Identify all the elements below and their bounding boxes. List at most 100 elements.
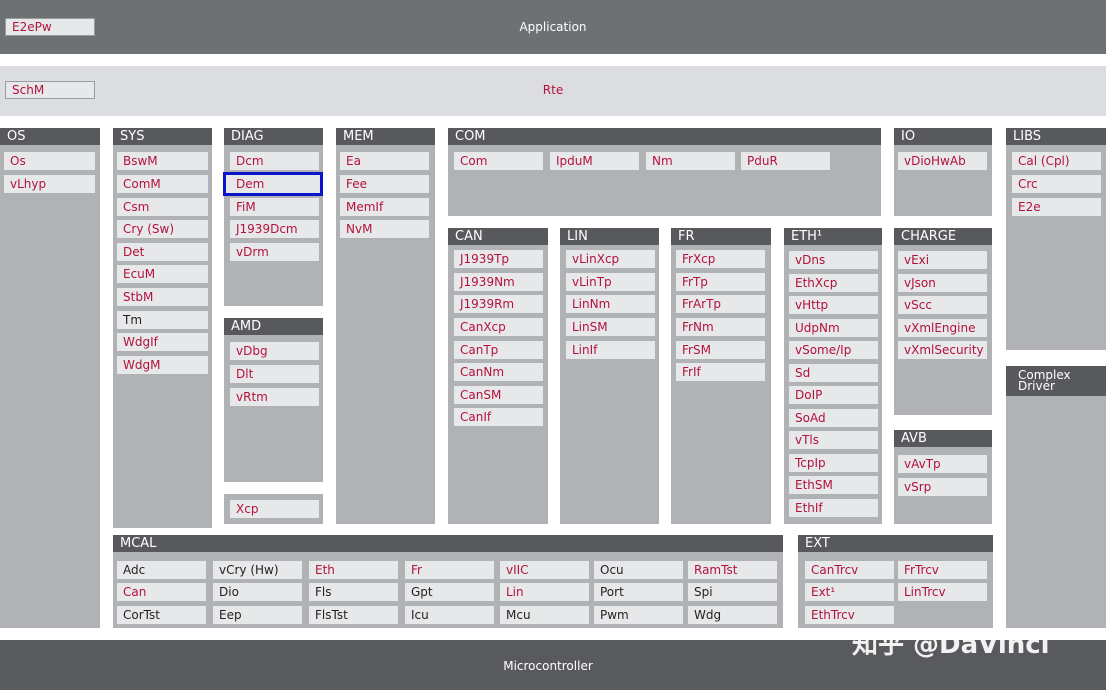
module-vdiohwab[interactable]: vDioHwAb [898, 152, 987, 170]
mcal-flstst[interactable]: FlsTst [309, 606, 398, 624]
module-tcpip[interactable]: TcpIp [789, 454, 878, 472]
module-j1939rm[interactable]: J1939Rm [454, 295, 543, 313]
ext-lintrcv[interactable]: LinTrcv [898, 583, 987, 601]
module-e2e[interactable]: E2e [1012, 198, 1101, 216]
mcal-port[interactable]: Port [594, 583, 683, 601]
module-vrtm[interactable]: vRtm [230, 388, 319, 406]
module-frsm[interactable]: FrSM [676, 341, 765, 359]
module-ethxcp[interactable]: EthXcp [789, 274, 878, 292]
module-frnm[interactable]: FrNm [676, 318, 765, 336]
mcal-can[interactable]: Can [117, 583, 206, 601]
mcal-fr[interactable]: Fr [405, 561, 494, 579]
module-cal-cpl[interactable]: Cal (Cpl) [1012, 152, 1101, 170]
module-soad[interactable]: SoAd [789, 409, 878, 427]
module-vjson[interactable]: vJson [898, 274, 987, 292]
module-comm[interactable]: ComM [117, 175, 208, 193]
module-linsm[interactable]: LinSM [566, 318, 655, 336]
module-bswm[interactable]: BswM [117, 152, 208, 170]
mcal-eep[interactable]: Eep [213, 606, 302, 624]
mcal-ramtst[interactable]: RamTst [688, 561, 777, 579]
mcal-gpt[interactable]: Gpt [405, 583, 494, 601]
module-memif[interactable]: MemIf [340, 198, 429, 216]
mcal-vcry-hw[interactable]: vCry (Hw) [213, 561, 302, 579]
module-vavtp[interactable]: vAvTp [898, 455, 987, 473]
module-fim[interactable]: FiM [230, 198, 319, 216]
module-xcp[interactable]: Xcp [230, 500, 319, 518]
module-frxcp[interactable]: FrXcp [676, 250, 765, 268]
module-vxmlsecurity[interactable]: vXmlSecurity [898, 341, 987, 359]
module-j1939dcm[interactable]: J1939Dcm [230, 220, 319, 238]
module-vsrp[interactable]: vSrp [898, 478, 987, 496]
mcal-pwm[interactable]: Pwm [594, 606, 683, 624]
mcal-viic[interactable]: vIIC [500, 561, 589, 579]
mcal-cortst[interactable]: CorTst [117, 606, 206, 624]
module-vexi[interactable]: vExi [898, 251, 987, 269]
mcal-ocu[interactable]: Ocu [594, 561, 683, 579]
module-frartp[interactable]: FrArTp [676, 295, 765, 313]
mcal-icu[interactable]: Icu [405, 606, 494, 624]
mcal-wdg[interactable]: Wdg [688, 606, 777, 624]
module-tm[interactable]: Tm [117, 311, 208, 329]
module-linnm[interactable]: LinNm [566, 295, 655, 313]
module-cansm[interactable]: CanSM [454, 386, 543, 404]
module-os[interactable]: Os [4, 152, 95, 170]
module-det[interactable]: Det [117, 243, 208, 261]
module-ipdum[interactable]: IpduM [550, 152, 639, 170]
module-stbm[interactable]: StbM [117, 288, 208, 306]
module-ea[interactable]: Ea [340, 152, 429, 170]
module-vlhyp[interactable]: vLhyp [4, 175, 95, 193]
module-canxcp[interactable]: CanXcp [454, 318, 543, 336]
module-dcm[interactable]: Dcm [230, 152, 319, 170]
module-wdgif[interactable]: WdgIf [117, 333, 208, 351]
module-vlintp[interactable]: vLinTp [566, 273, 655, 291]
module-pdur[interactable]: PduR [741, 152, 830, 170]
module-vhttp[interactable]: vHttp [789, 296, 878, 314]
module-dem-selected[interactable]: Dem [223, 172, 323, 196]
module-ecum[interactable]: EcuM [117, 265, 208, 283]
module-vscc[interactable]: vScc [898, 296, 987, 314]
module-ethsm[interactable]: EthSM [789, 476, 878, 494]
mcal-lin[interactable]: Lin [500, 583, 589, 601]
module-cry-sw[interactable]: Cry (Sw) [117, 220, 208, 238]
module-ethif[interactable]: EthIf [789, 499, 878, 517]
module-vsome-ip[interactable]: vSome/Ip [789, 341, 878, 359]
ext-cantrcv[interactable]: CanTrcv [805, 561, 894, 579]
ext-ext1[interactable]: Ext¹ [805, 583, 894, 601]
module-cantp[interactable]: CanTp [454, 341, 543, 359]
module-frif[interactable]: FrIf [676, 363, 765, 381]
module-wdgm[interactable]: WdgM [117, 356, 208, 374]
module-schm[interactable]: SchM [5, 81, 95, 99]
module-doip[interactable]: DoIP [789, 386, 878, 404]
mcal-fls[interactable]: Fls [309, 583, 398, 601]
ext-frtrcv[interactable]: FrTrcv [898, 561, 987, 579]
module-udpnm[interactable]: UdpNm [789, 319, 878, 337]
module-vdns[interactable]: vDns [789, 251, 878, 269]
module-vtls[interactable]: vTls [789, 431, 878, 449]
watermark: 知乎 @DaVinci [852, 630, 1050, 660]
module-vxmlengine[interactable]: vXmlEngine [898, 319, 987, 337]
module-frtp[interactable]: FrTp [676, 273, 765, 291]
mcal-eth[interactable]: Eth [309, 561, 398, 579]
module-com[interactable]: Com [454, 152, 543, 170]
module-dlt[interactable]: Dlt [230, 365, 319, 383]
module-j1939tp[interactable]: J1939Tp [454, 250, 543, 268]
module-vlinxcp[interactable]: vLinXcp [566, 250, 655, 268]
module-nm[interactable]: Nm [646, 152, 735, 170]
module-nvm[interactable]: NvM [340, 220, 429, 238]
mcal-spi[interactable]: Spi [688, 583, 777, 601]
module-cannm[interactable]: CanNm [454, 363, 543, 381]
module-e2epw[interactable]: E2ePw [5, 18, 95, 36]
module-canif[interactable]: CanIf [454, 408, 543, 426]
module-crc[interactable]: Crc [1012, 175, 1101, 193]
mcal-adc[interactable]: Adc [117, 561, 206, 579]
mcal-mcu[interactable]: Mcu [500, 606, 589, 624]
module-linif[interactable]: LinIf [566, 341, 655, 359]
module-vdbg[interactable]: vDbg [230, 342, 319, 360]
module-csm[interactable]: Csm [117, 198, 208, 216]
ext-ethtrcv[interactable]: EthTrcv [805, 606, 894, 624]
module-vdrm[interactable]: vDrm [230, 243, 319, 261]
module-sd[interactable]: Sd [789, 364, 878, 382]
mcal-dio[interactable]: Dio [213, 583, 302, 601]
module-j1939nm[interactable]: J1939Nm [454, 273, 543, 291]
module-fee[interactable]: Fee [340, 175, 429, 193]
